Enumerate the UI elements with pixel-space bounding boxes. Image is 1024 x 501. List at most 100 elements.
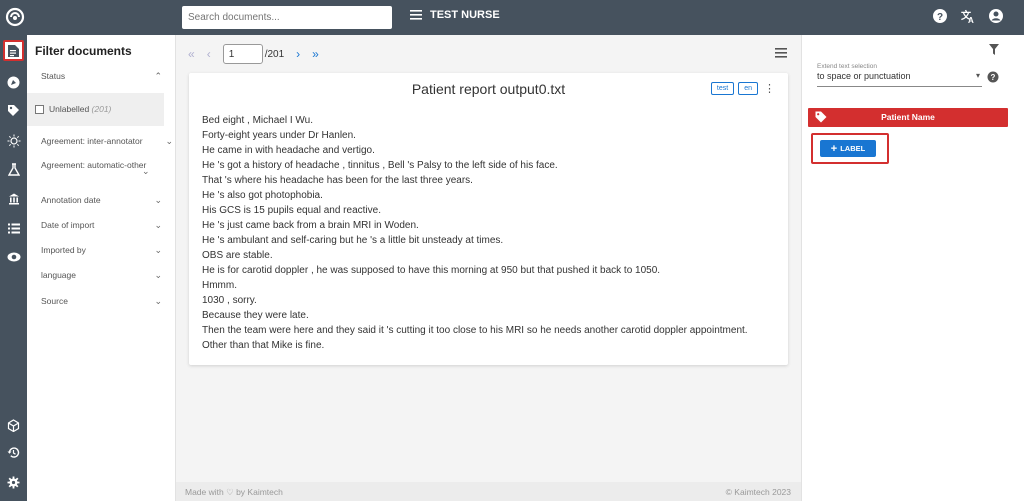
visibility-icon [7, 252, 20, 261]
next-page-button[interactable]: › [296, 47, 300, 61]
chevron-down-icon: ⌄ [154, 220, 162, 230]
unlabelled-label: Unlabelled [49, 104, 90, 114]
filter-icon[interactable] [989, 44, 999, 55]
rail-visibility[interactable] [3, 246, 24, 267]
extend-selection-select[interactable]: to space or punctuation ▾ [817, 71, 982, 87]
tag-badge[interactable]: test [710, 82, 735, 95]
chevron-down-icon: ⌄ [154, 195, 162, 205]
filter-imported-by[interactable]: Imported by ⌄ [27, 245, 176, 255]
chevron-down-icon: ⌄ [165, 136, 173, 146]
menu-icon[interactable] [775, 48, 787, 58]
filter-title: Filter documents [35, 44, 132, 58]
top-icons: ? 文 A [932, 8, 1004, 24]
translate-icon[interactable]: 文 A [960, 8, 976, 24]
text-line: He came in with headache and vertigo. [202, 145, 375, 156]
text-line: Other than that Mike is fine. [202, 340, 325, 351]
rail-explore[interactable] [3, 72, 24, 93]
caret-down-icon: ▾ [975, 71, 980, 80]
rail-documents[interactable] [3, 40, 24, 61]
entity-label-bar[interactable]: Patient Name [808, 108, 1008, 127]
filter-annotation-date[interactable]: Annotation date ⌄ [27, 195, 176, 205]
list-icon [7, 223, 20, 234]
filter-source[interactable]: Source ⌄ [27, 296, 176, 306]
insights-icon [7, 134, 20, 147]
rail-bank[interactable] [3, 188, 24, 209]
text-line: He 's ambulant and self-caring but he 's… [202, 235, 504, 246]
filter-unlabelled-option[interactable]: Unlabelled (201) [27, 93, 164, 126]
plus-icon: + [830, 142, 838, 155]
text-line: Hmmm. [202, 280, 237, 291]
filter-date-of-import[interactable]: Date of import ⌄ [27, 220, 176, 230]
filter-row-label: Date of import [41, 220, 95, 230]
chevron-down-icon: ⌄ [154, 270, 162, 280]
document-text[interactable]: Bed eight , Michael I Wu. Forty-eight ye… [202, 113, 748, 353]
top-bar: TEST NURSE ? 文 A [0, 0, 1024, 35]
search-input[interactable] [182, 6, 392, 29]
text-line: 1030 , sorry. [202, 295, 257, 306]
rail-labels[interactable] [3, 100, 24, 121]
filter-row-label: Agreement: automatic-other [41, 160, 147, 170]
help-icon[interactable]: ? [987, 71, 999, 83]
document-tags: test en [710, 82, 758, 95]
text-line: OBS are stable. [202, 250, 273, 261]
account-icon[interactable] [988, 8, 1004, 24]
bank-icon [8, 193, 19, 204]
page-number-input[interactable] [222, 44, 263, 64]
experiments-icon [7, 163, 20, 176]
hamburger-icon [410, 10, 422, 20]
text-line: He 's also got photophobia. [202, 190, 323, 201]
first-page-button[interactable]: « [188, 47, 195, 61]
prev-page-button[interactable]: ‹ [207, 47, 211, 61]
help-icon[interactable]: ? [932, 8, 948, 24]
filter-status-label: Status [41, 71, 66, 81]
rail-experiments[interactable] [3, 159, 24, 180]
rail-history[interactable] [3, 442, 24, 463]
project-menu[interactable]: TEST NURSE [410, 9, 500, 21]
rail-list[interactable] [3, 218, 24, 239]
page-total: /201 [264, 48, 285, 60]
project-name: TEST NURSE [430, 9, 500, 21]
main-area: « ‹ /201 › » Patient report output0.txt … [176, 35, 801, 501]
app-logo-icon[interactable] [5, 7, 25, 27]
svg-text:?: ? [991, 73, 996, 82]
history-icon [7, 447, 20, 458]
unlabelled-checkbox[interactable] [35, 105, 44, 114]
footer: Made with ♡ by Kaimtech © Kaimtech 2023 [176, 482, 801, 501]
chevron-down-icon: ⌄ [154, 245, 162, 255]
explore-icon [7, 76, 20, 89]
chevron-down-icon: ⌄ [142, 166, 150, 176]
text-line: He is for carotid doppler , he was suppo… [202, 265, 661, 276]
add-label-text: LABEL [840, 144, 866, 153]
more-vert-icon[interactable]: ⋮ [764, 82, 775, 95]
svg-text:A: A [968, 16, 974, 24]
rail-insights[interactable] [3, 130, 24, 151]
text-line: His GCS is 15 pupils equal and reactive. [202, 205, 381, 216]
filter-row-label: Source [41, 296, 68, 306]
filter-panel: Filter documents Status ⌃ Unlabelled (20… [27, 35, 176, 501]
filter-row-label: Agreement: inter-annotator [41, 136, 143, 146]
filter-language[interactable]: language ⌄ [27, 270, 176, 280]
rail-settings[interactable] [3, 472, 24, 493]
rail-cube[interactable] [3, 415, 24, 436]
filter-agreement-auto[interactable]: Agreement: automatic-other [27, 161, 147, 170]
last-page-button[interactable]: » [312, 47, 319, 61]
extend-selection-value: to space or punctuation [817, 71, 911, 81]
chevron-up-icon: ⌃ [154, 71, 162, 81]
right-panel: Extend text selection to space or punctu… [801, 35, 1024, 501]
settings-icon [7, 476, 20, 489]
footer-copyright: © Kaimtech 2023 [725, 487, 791, 497]
filter-row-label: Imported by [41, 245, 86, 255]
text-line: He 's just came back from a brain MRI in… [202, 220, 419, 231]
text-line: He 's got a history of headache , tinnit… [202, 160, 558, 171]
add-label-button[interactable]: + LABEL [820, 140, 876, 157]
unlabelled-count: (201) [91, 104, 112, 114]
text-line: Forty-eight years under Dr Hanlen. [202, 130, 356, 141]
text-line: Bed eight , Michael I Wu. [202, 115, 313, 126]
tag-badge[interactable]: en [738, 82, 758, 95]
filter-row-label: Annotation date [41, 195, 101, 205]
filter-agreement-inter[interactable]: Agreement: inter-annotator ⌄ [27, 136, 176, 146]
left-rail [0, 35, 27, 501]
document-card: Patient report output0.txt test en ⋮ Bed… [189, 73, 788, 365]
text-line: Because they were late. [202, 310, 309, 321]
filter-status[interactable]: Status ⌃ [27, 71, 176, 81]
